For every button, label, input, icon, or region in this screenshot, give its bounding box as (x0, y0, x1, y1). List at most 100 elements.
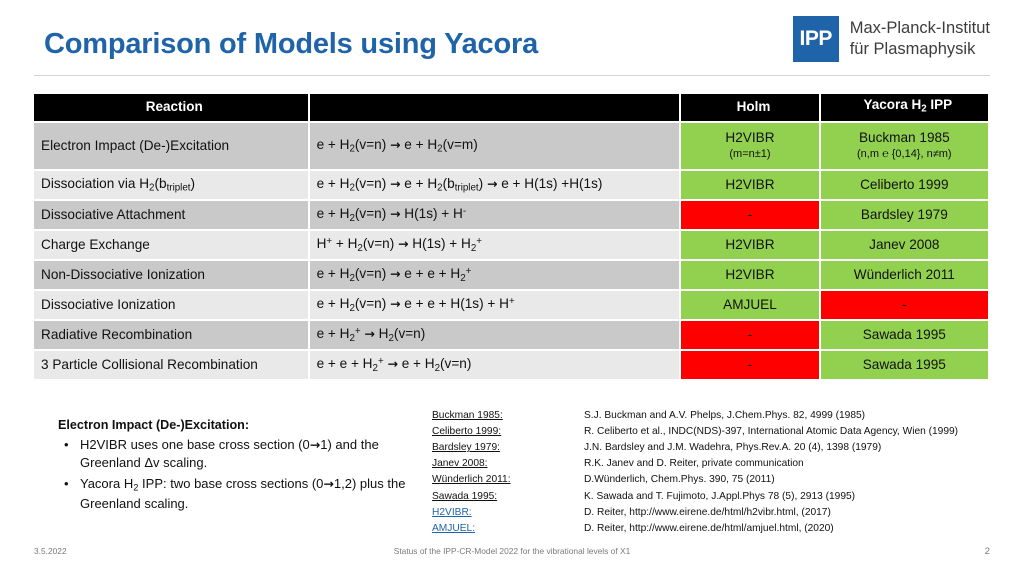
bullet-marker-icon: • (64, 437, 69, 452)
cell-yacora: Janev 2008 (820, 230, 988, 259)
equation-text: H+ + H2(v=n) → H(1s) + H2+ (316, 235, 482, 254)
reaction-label: Electron Impact (De-)Excitation (41, 137, 230, 153)
cell-equation: e + H2(v=n) → e + e + H(1s) + H+ (309, 290, 680, 319)
column-header-equation (309, 94, 680, 121)
institute-name-line2: für Plasmaphysik (849, 40, 976, 58)
cell-equation: H+ + H2(v=n) → H(1s) + H2+ (309, 230, 680, 259)
cell-yacora-value: Janev 2008 (869, 236, 940, 252)
bullet-marker-icon: • (64, 475, 69, 491)
cell-holm: - (681, 200, 819, 229)
reference-key-link[interactable]: AMJUEL: (432, 521, 584, 537)
equation-text: e + H2(v=n) → e + e + H2+ (316, 265, 472, 284)
cell-yacora: Buckman 1985 (n,m ℮ {0,14}, n≠m) (820, 122, 988, 169)
cell-holm-value: AMJUEL (723, 296, 777, 312)
ipp-logo: IPP Max-Planck-Institut für Plasmaphysik (792, 16, 990, 62)
cell-holm-value: H2VIBR (725, 236, 775, 252)
cell-yacora-value: Sawada 1995 (862, 356, 946, 372)
cell-reaction: 3 Particle Collisional Recombination (34, 350, 308, 379)
cell-reaction: Radiative Recombination (34, 320, 308, 349)
cell-reaction: Charge Exchange (34, 230, 308, 259)
equation-text: e + e + H2+ → e + H2(v=n) (316, 355, 472, 374)
cell-holm-value: H2VIBR (m=n±1) (681, 130, 818, 161)
cell-equation: e + e + H2+ → e + H2(v=n) (309, 350, 680, 379)
cell-yacora-value: Buckman 1985 (n,m ℮ {0,14}, n≠m) (821, 130, 988, 161)
reference-key-link[interactable]: H2VIBR: (432, 505, 584, 521)
cell-yacora: Celiberto 1999 (820, 170, 988, 199)
table-row: Radiative Recombination e + H2+ → H2(v=n)… (34, 320, 988, 349)
cell-yacora-value: Celiberto 1999 (860, 176, 949, 192)
cell-equation: e + H2+ → H2(v=n) (309, 320, 680, 349)
reference-key: Janev 2008: (432, 458, 488, 470)
institute-name: Max-Planck-Institut für Plasmaphysik (850, 18, 990, 59)
cell-reaction: Non-Dissociative Ionization (34, 260, 308, 289)
reaction-label: Radiative Recombination (41, 326, 193, 342)
cell-holm: H2VIBR (681, 170, 819, 199)
column-header-yacora-label: Yacora H2 IPP (863, 97, 953, 115)
cell-reaction: Dissociative Ionization (34, 290, 308, 319)
cell-holm-value: H2VIBR (725, 266, 775, 282)
reaction-label: Dissociative Ionization (41, 296, 176, 312)
cell-holm-value: - (747, 357, 753, 373)
notes-bullet-text: Yacora H2 IPP: two base cross sections (… (80, 475, 406, 511)
comparison-table: Reaction Holm Yacora H2 IPP Electron Imp… (32, 92, 990, 381)
institute-name-line1: Max-Planck-Institut (849, 19, 990, 38)
reference-citation: D. Reiter, http://www.eirene.de/html/h2v… (584, 506, 831, 518)
cell-equation: e + H2(v=n) → H(1s) + H- (309, 200, 680, 229)
cell-holm: H2VIBR (m=n±1) (681, 122, 819, 169)
cell-reaction: Dissociation via H2(btriplet) (34, 170, 308, 199)
page-title: Comparison of Models using Yacora (44, 28, 539, 60)
reference-item: Sawada 1995: K. Sawada and T. Fujimoto, J… (432, 489, 1012, 505)
reaction-label: Charge Exchange (41, 236, 150, 252)
cell-holm: - (681, 320, 819, 349)
cell-equation: e + H2(v=n) → e + e + H2+ (309, 260, 680, 289)
cell-yacora: Sawada 1995 (820, 350, 988, 379)
reference-item: Buckman 1985: S.J. Buckman and A.V. Phelp… (432, 408, 1012, 424)
ipp-logo-mark: IPP (792, 16, 839, 62)
table-row: Dissociation via H2(btriplet) e + H2(v=n)… (34, 170, 988, 199)
cell-equation: e + H2(v=n) → e + H2(btriplet) → e + H(1… (309, 170, 680, 199)
cell-yacora: Bardsley 1979 (820, 200, 988, 229)
reference-citation: J.N. Bardsley and J.M. Wadehra, Phys.Rev… (584, 442, 882, 454)
equation-text: e + H2+ → H2(v=n) (316, 325, 426, 344)
table-row: Dissociative Attachment e + H2(v=n) → H(1… (34, 200, 988, 229)
notes-bullets: • H2VIBR uses one base cross section (0→1… (58, 436, 408, 513)
cell-holm: H2VIBR (681, 260, 819, 289)
reference-item: AMJUEL: D. Reiter, http://www.eirene.de/h… (432, 521, 1012, 537)
cell-holm-value: H2VIBR (725, 176, 775, 192)
reference-key: Celiberto 1999: (432, 426, 502, 438)
cell-holm-value: - (747, 207, 753, 223)
reference-key: Sawada 1995: (432, 490, 498, 502)
cell-holm: H2VIBR (681, 230, 819, 259)
reference-item: Celiberto 1999: R. Celiberto et al., INDC… (432, 424, 1012, 440)
column-header-reaction: Reaction (34, 94, 308, 121)
column-header-yacora: Yacora H2 IPP (820, 94, 988, 121)
table-row: Non-Dissociative Ionization e + H2(v=n) →… (34, 260, 988, 289)
cell-holm: - (681, 350, 819, 379)
equation-text: e + H2(v=n) → H(1s) + H- (316, 205, 467, 224)
notes-block: Electron Impact (De-)Excitation: • H2VIBR… (58, 418, 408, 515)
footer-page-number: 2 (984, 546, 990, 557)
cell-holm-value: - (747, 327, 753, 343)
reference-list: Buckman 1985: S.J. Buckman and A.V. Phelp… (432, 408, 1012, 537)
reference-item: H2VIBR: D. Reiter, http://www.eirene.de/h… (432, 505, 1012, 521)
cell-yacora-value: Bardsley 1979 (860, 206, 948, 222)
footer-subtitle: Status of the IPP-CR-Model 2022 for the … (393, 546, 631, 556)
slide: Comparison of Models using Yacora IPP Ma… (0, 0, 1024, 576)
reaction-label: 3 Particle Collisional Recombination (41, 356, 258, 372)
cell-yacora: Wünderlich 2011 (820, 260, 988, 289)
column-header-holm: Holm (681, 94, 819, 121)
table-header-row: Reaction Holm Yacora H2 IPP (34, 94, 988, 121)
cell-yacora: - (820, 290, 988, 319)
reference-citation: D. Reiter, http://www.eirene.de/html/amj… (584, 522, 834, 534)
reference-citation: R.K. Janev and D. Reiter, private commun… (584, 458, 804, 470)
equation-text: e + H2(v=n) → e + e + H(1s) + H+ (316, 295, 515, 314)
table-body: Electron Impact (De-)Excitation e + H2(v=… (34, 122, 988, 379)
cell-reaction: Dissociative Attachment (34, 200, 308, 229)
cell-holm-note: (m=n±1) (729, 147, 771, 160)
notes-bullet-text: H2VIBR uses one base cross section (0→1)… (80, 437, 379, 471)
reference-item: Wünderlich 2011: D.Wünderlich, Chem.Phys.… (432, 472, 1012, 488)
reference-citation: S.J. Buckman and A.V. Phelps, J.Chem.Phy… (584, 410, 866, 421)
notes-bullet-item: • Yacora H2 IPP: two base cross sections … (58, 475, 408, 513)
title-divider (34, 75, 990, 76)
reference-citation: K. Sawada and T. Fujimoto, J.Appl.Phys 7… (584, 490, 856, 502)
